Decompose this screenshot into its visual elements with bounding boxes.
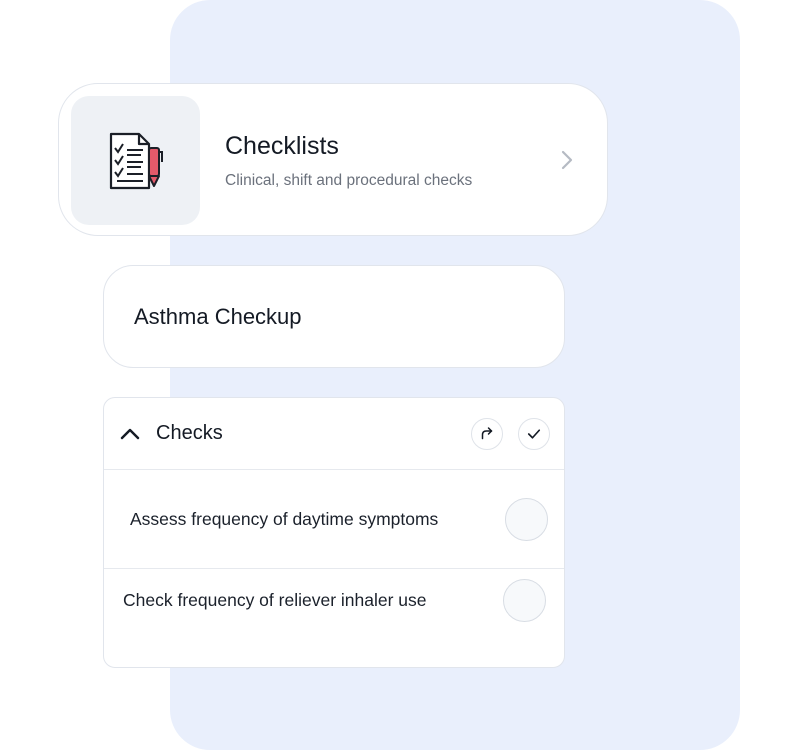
checklists-card[interactable]: Checklists Clinical, shift and procedura… (58, 83, 608, 236)
checks-header: Checks (104, 398, 564, 470)
checklist-item-checkbox[interactable] (503, 579, 546, 622)
checklist-icon-tile (71, 96, 200, 225)
checklist-document-pen-icon (109, 132, 163, 189)
asthma-checkup-title: Asthma Checkup (134, 304, 302, 329)
checks-title: Checks (156, 422, 223, 444)
checklist-item-label: Assess frequency of daytime symptoms (130, 509, 439, 529)
chevron-up-icon[interactable] (118, 422, 142, 446)
checklists-title: Checklists (225, 132, 339, 160)
checklist-item-checkbox[interactable] (505, 498, 548, 541)
checks-section: Checks Assess frequency of daytime sympt… (103, 397, 565, 668)
complete-button[interactable] (518, 418, 550, 450)
checklist-item-label: Check frequency of reliever inhaler use (123, 590, 427, 610)
checklists-subtitle: Clinical, shift and procedural checks (225, 172, 473, 189)
asthma-checkup-card[interactable]: Asthma Checkup (103, 265, 565, 368)
chevron-right-icon[interactable] (555, 148, 579, 172)
checklist-item: Check frequency of reliever inhaler use (104, 570, 564, 668)
redo-arrow-icon (481, 427, 493, 440)
checklist-item: Assess frequency of daytime symptoms (104, 471, 564, 569)
checkmark-icon (527, 429, 541, 439)
redo-button[interactable] (471, 418, 503, 450)
